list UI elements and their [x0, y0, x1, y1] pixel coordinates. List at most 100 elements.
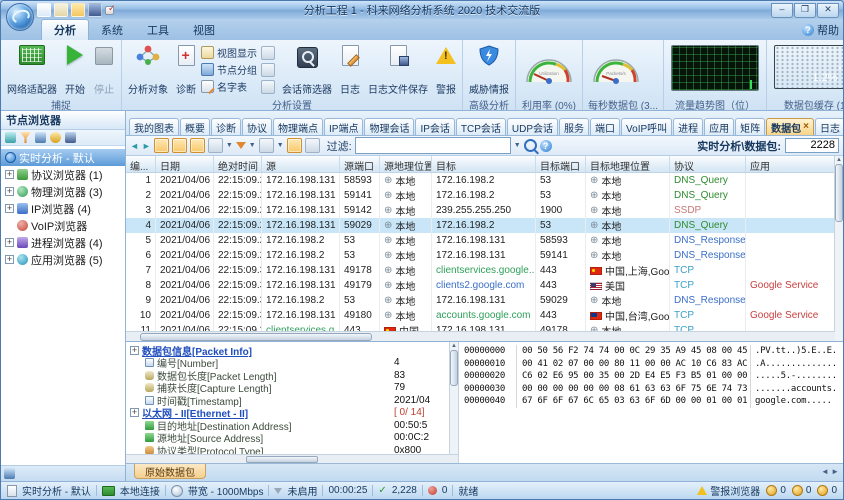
tab-11[interactable]: 端口 — [590, 118, 621, 135]
panel-icon[interactable] — [4, 468, 15, 479]
analysis-object-button[interactable]: 分析对象 — [125, 42, 171, 97]
app-logo-orb[interactable] — [6, 3, 34, 31]
filter-input[interactable] — [354, 137, 511, 154]
column-header-6[interactable]: 目标 — [432, 156, 536, 172]
tab-14[interactable]: 应用 — [704, 118, 735, 135]
alert-browser-button[interactable]: 警报浏览器 — [697, 483, 760, 498]
expand-icon[interactable] — [5, 238, 14, 247]
table-horizontal-scrollbar[interactable] — [126, 331, 835, 341]
maximize-button[interactable]: ❐ — [794, 2, 816, 18]
scroll-up-icon[interactable]: ▲ — [451, 342, 457, 350]
highlight-button[interactable] — [286, 138, 302, 153]
table-row[interactable]: 10 2021/04/06 22:15:09.3... 172.16.198.131 4… — [126, 308, 835, 323]
open-folder-icon[interactable] — [71, 3, 85, 17]
pps-gauge[interactable]: Packets/s — [586, 42, 646, 97]
scroll-thumb[interactable] — [835, 164, 843, 222]
start-button[interactable]: 开始 — [62, 42, 88, 97]
table-row[interactable]: 4 2021/04/06 22:15:09.2... 172.16.198.131 59… — [126, 218, 835, 233]
dropdown-icon[interactable]: ▼ — [277, 142, 284, 149]
tab-4[interactable]: 物理端点 — [273, 118, 323, 135]
tab-6[interactable]: 物理会话 — [364, 118, 415, 135]
stop-button[interactable]: 停止 — [90, 42, 118, 97]
sidebar-item-4[interactable]: VoIP浏览器 — [1, 217, 125, 234]
tab-2[interactable]: 诊断 — [211, 118, 241, 135]
refresh-icon[interactable] — [5, 132, 16, 143]
column-header-4[interactable]: 源端口 — [340, 156, 380, 172]
log-button[interactable]: 日志 — [337, 42, 363, 97]
table-options-button[interactable] — [304, 138, 320, 153]
threat-intel-button[interactable]: 威胁情报 — [466, 42, 512, 97]
sidebar-item-1[interactable]: 协议浏览器 (1) — [1, 166, 125, 183]
back-arrow-icon[interactable]: ◄ — [130, 141, 139, 151]
column-header-3[interactable]: 源 — [262, 156, 340, 172]
save-icon[interactable] — [88, 3, 102, 17]
sidebar-item-0[interactable]: 实时分析 - 默认 — [1, 149, 125, 166]
table-row[interactable]: 11 2021/04/06 22:15:09.3 clientservices.g..… — [126, 323, 835, 331]
expand-icon[interactable] — [5, 204, 14, 213]
hex-row[interactable]: 00000030 00 00 00 00 00 00 08 61 63 63 6F… — [459, 382, 843, 395]
ribbon-tab-tools[interactable]: 工具 — [135, 20, 181, 40]
tab-3[interactable]: 协议 — [242, 118, 272, 135]
tab-8[interactable]: TCP会话 — [455, 118, 506, 135]
node-group-button[interactable]: 节点分组 — [201, 62, 257, 77]
view-display-button[interactable]: 视图显示 — [201, 45, 257, 60]
tab-9[interactable]: UDP会话 — [506, 118, 559, 135]
tab-13[interactable]: 进程 — [673, 118, 704, 135]
hex-row[interactable]: 00000020 C6 02 E6 95 00 35 00 2D E4 E5 F3… — [459, 370, 843, 383]
table-row[interactable]: 1 2021/04/06 22:15:09.2... 172.16.198.131 58… — [126, 173, 835, 188]
dropdown-icon[interactable]: ▼ — [226, 142, 233, 149]
help-button[interactable]: ? 帮助 — [802, 22, 839, 40]
tab-7[interactable]: IP会话 — [415, 118, 455, 135]
table-row[interactable]: 92021/04/0622:15:09.3...172.16.198.253⊕本… — [126, 293, 835, 308]
expand-icon[interactable] — [5, 170, 14, 179]
table-row[interactable]: 52021/04/0622:15:09.2...172.16.198.253⊕本… — [126, 233, 835, 248]
column-header-1[interactable]: 日期 — [156, 156, 214, 172]
scroll-up-icon[interactable]: ▲ — [836, 156, 842, 164]
column-header-2[interactable]: 绝对时间 — [214, 156, 262, 172]
decode-row[interactable]: 协议类型[Protocol Type] 0x800 — [130, 444, 448, 454]
minimize-button[interactable]: – — [771, 2, 793, 18]
hex-row[interactable]: 00000000 00 50 56 F2 74 74 00 0C 29 35 A9… — [459, 345, 843, 358]
tab-17[interactable]: 日志 — [815, 118, 843, 135]
new-document-icon[interactable] — [37, 3, 51, 17]
clipboard-icon[interactable] — [54, 3, 68, 17]
sidebar-item-3[interactable]: IP浏览器 (4) — [1, 200, 125, 217]
column-header-10[interactable]: 应用 — [746, 156, 835, 172]
column-header-7[interactable]: 目标端口 — [536, 156, 586, 172]
filter-help-icon[interactable]: ? — [539, 139, 552, 152]
raw-packet-tab[interactable]: 原始数据包 — [134, 464, 206, 479]
network-adapter-button[interactable]: 网络适配器 — [4, 42, 60, 97]
collapse-icon[interactable] — [130, 408, 139, 418]
close-button[interactable]: ✕ — [817, 2, 839, 18]
scroll-thumb[interactable] — [140, 333, 372, 341]
table-row[interactable]: 3 2021/04/06 22:15:09.2... 172.16.198.131 59… — [126, 203, 835, 218]
tab-0[interactable]: 我的图表 — [129, 118, 179, 135]
chart-icon[interactable] — [65, 132, 76, 143]
tab-12[interactable]: VoIP呼叫 — [621, 118, 673, 135]
sidebar-item-6[interactable]: 应用浏览器 (5) — [1, 251, 125, 268]
detail-view-button[interactable] — [171, 138, 187, 153]
table-row[interactable]: 8 2021/04/06 22:15:09.3... 172.16.198.131 49… — [126, 278, 835, 293]
filter-funnel-icon[interactable] — [20, 132, 31, 143]
close-tab-icon[interactable]: × — [803, 122, 809, 132]
list-view-button[interactable] — [153, 138, 169, 153]
column-header-8[interactable]: 目标地理位置 — [586, 156, 670, 172]
collapse-icon[interactable] — [130, 345, 139, 355]
tab-1[interactable]: 概要 — [180, 118, 210, 135]
hex-row[interactable]: 00000040 67 6F 6F 67 6C 65 03 63 6F 6D 00… — [459, 395, 843, 408]
mini-filter-button[interactable] — [261, 62, 275, 77]
tab-10[interactable]: 服务 — [559, 118, 590, 135]
ribbon-tab-view[interactable]: 视图 — [181, 20, 227, 40]
tab-15[interactable]: 矩阵 — [735, 118, 766, 135]
utilization-gauge[interactable]: Utilization — [519, 42, 579, 97]
ribbon-tab-system[interactable]: 系统 — [89, 20, 135, 40]
computers-icon[interactable] — [35, 132, 46, 143]
table-vertical-scrollbar[interactable]: ▲ — [834, 156, 843, 341]
export-icon[interactable] — [105, 5, 116, 15]
mini-save-button[interactable] — [261, 79, 275, 94]
dropdown-icon[interactable]: ▼ — [249, 142, 256, 149]
export-packets-button[interactable] — [207, 138, 223, 153]
ribbon-tab-analysis[interactable]: 分析 — [41, 19, 89, 40]
diagnosis-button[interactable]: 诊断 — [173, 42, 199, 97]
table-row[interactable]: 7 2021/04/06 22:15:09.3... 172.16.198.131 49… — [126, 263, 835, 278]
